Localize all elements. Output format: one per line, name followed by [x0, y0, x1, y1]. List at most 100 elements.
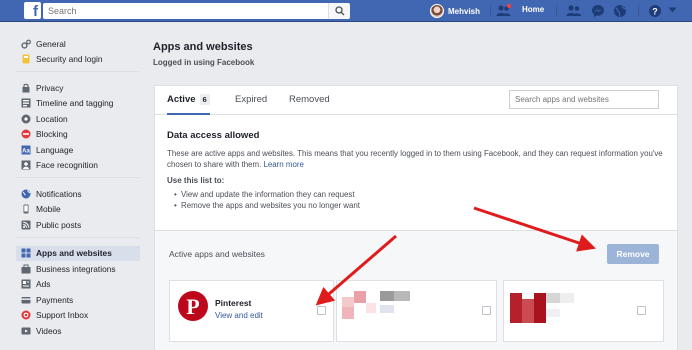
sidebar-item-ads[interactable]: Ads: [16, 277, 140, 293]
sidebar-item-security-and-login[interactable]: Security and login: [16, 52, 140, 68]
sidebar-item-label: Videos: [36, 325, 62, 336]
notifications-globe-icon[interactable]: [613, 4, 627, 18]
blurred-logo: [366, 303, 376, 313]
badge-icon: [22, 54, 30, 64]
blurred-text: [560, 293, 574, 303]
sidebar-group: Apps and websites Business integrations …: [16, 245, 140, 343]
sidebar-item-label: Public posts: [36, 219, 82, 230]
active-apps-section: Active apps and websites Remove P Pinter…: [155, 230, 677, 350]
active-apps-title: Active apps and websites: [169, 249, 265, 259]
sidebar-item-mobile[interactable]: Mobile: [16, 202, 140, 218]
list-item: View and update the information they can…: [174, 189, 667, 200]
blurred-logo: [342, 307, 354, 319]
sidebar-item-face-recognition[interactable]: Face recognition: [16, 158, 140, 174]
sidebar-item-blocking[interactable]: Blocking: [16, 127, 140, 143]
page-title: Apps and websites: [153, 41, 253, 53]
payments-icon: [21, 296, 31, 304]
divider: [490, 5, 491, 17]
apps-panel: Active6 Expired Removed Data access allo…: [154, 85, 678, 350]
user-name: Mehvish: [448, 6, 481, 16]
tab-label: Expired: [235, 94, 268, 105]
blurred-logo: [354, 291, 366, 303]
sidebar-item-public-posts[interactable]: Public posts: [16, 217, 140, 233]
sidebar-item-timeline-and-tagging[interactable]: Timeline and tagging: [16, 96, 140, 112]
sidebar-item-label: Mobile: [36, 204, 61, 215]
blocking-icon: [21, 129, 31, 139]
profile-link[interactable]: Mehvish: [430, 3, 480, 19]
sidebar-item-privacy[interactable]: Privacy: [16, 80, 140, 96]
avatar: [430, 4, 444, 18]
page-subtitle: Logged in using Facebook: [153, 58, 255, 67]
sidebar-item-label: Business integrations: [36, 263, 116, 274]
svg-text:?: ?: [652, 7, 658, 17]
use-list-title: Use this list to:: [167, 176, 225, 185]
search-input[interactable]: [43, 3, 349, 19]
account-menu-arrow-icon[interactable]: [668, 7, 677, 14]
info-text: These are active apps and websites. This…: [167, 148, 667, 170]
view-and-edit-link[interactable]: View and edit: [215, 311, 263, 320]
search-apps-input[interactable]: [509, 90, 659, 109]
business-icon: [21, 264, 31, 274]
sidebar-group: Privacy Timeline and tagging Location Bl…: [16, 80, 140, 178]
blurred-logo: [510, 293, 522, 323]
app-name: Pinterest: [215, 298, 252, 308]
sidebar-item-notifications[interactable]: Notifications: [16, 186, 140, 202]
sidebar-item-support-inbox[interactable]: Support Inbox: [16, 308, 140, 324]
tab-label: Active: [167, 94, 196, 105]
sidebar-group: General Security and login: [16, 36, 140, 72]
sidebar-item-label: General: [36, 38, 66, 49]
divider: [638, 5, 639, 17]
sidebar-item-label: Blocking: [36, 129, 68, 140]
app-select-checkbox[interactable]: [637, 306, 646, 315]
tab-bar: Active 6 Expired Removed: [155, 86, 677, 115]
tab-removed[interactable]: Removed: [289, 86, 330, 115]
sidebar-item-apps-and-websites[interactable]: Apps and websites: [16, 245, 140, 261]
support-icon: [21, 310, 31, 320]
blurred-logo: [342, 297, 354, 307]
pinterest-logo-icon: P: [178, 291, 208, 321]
remove-button[interactable]: Remove: [607, 244, 659, 264]
friends-icon[interactable]: [566, 4, 582, 18]
learn-more-link[interactable]: Learn more: [264, 160, 304, 169]
gears-icon: [21, 39, 31, 49]
tab-active[interactable]: Active 6: [167, 86, 210, 115]
sidebar-item-general[interactable]: General: [16, 36, 140, 52]
friend-requests-icon[interactable]: [496, 4, 512, 18]
sidebar-item-label: Language: [36, 144, 74, 155]
search-button[interactable]: [328, 3, 350, 19]
info-title: Data access allowed: [167, 130, 260, 141]
info-description: These are active apps and websites. This…: [167, 149, 663, 169]
sidebar-item-location[interactable]: Location: [16, 111, 140, 127]
sidebar-item-language[interactable]: Aa Language: [16, 142, 140, 158]
sidebar-item-business-integrations[interactable]: Business integrations: [16, 261, 140, 277]
sidebar-item-label: Location: [36, 113, 68, 124]
home-link[interactable]: Home: [522, 5, 544, 14]
sidebar-item-label: Support Inbox: [36, 310, 89, 321]
blurred-text: [546, 293, 560, 303]
blurred-text: [394, 291, 410, 301]
app-card-pinterest[interactable]: P Pinterest View and edit: [169, 280, 334, 342]
use-list: View and update the information they can…: [167, 189, 667, 211]
app-card-blurred[interactable]: [336, 280, 497, 342]
facebook-logo-icon[interactable]: f: [24, 2, 41, 19]
tab-expired[interactable]: Expired: [235, 86, 267, 115]
videos-icon: [21, 327, 31, 335]
lock-icon: [22, 83, 30, 93]
help-icon[interactable]: ?: [648, 4, 662, 18]
svg-text:Aa: Aa: [22, 148, 30, 154]
globe-icon: [21, 189, 31, 199]
sidebar-item-label: Security and login: [36, 54, 103, 65]
sidebar-item-videos[interactable]: Videos: [16, 323, 140, 339]
sidebar-item-label: Ads: [36, 279, 51, 290]
app-select-checkbox[interactable]: [482, 306, 491, 315]
mobile-icon: [23, 204, 29, 214]
sidebar-item-label: Privacy: [36, 82, 64, 93]
sidebar-item-payments[interactable]: Payments: [16, 292, 140, 308]
blurred-text: [380, 291, 394, 301]
data-access-info: Data access allowed These are active app…: [167, 130, 667, 211]
blurred-logo: [522, 299, 534, 323]
app-card-blurred[interactable]: [503, 280, 664, 342]
messenger-icon[interactable]: [591, 4, 605, 18]
app-select-checkbox[interactable]: [317, 306, 326, 315]
search-icon: [335, 6, 345, 16]
